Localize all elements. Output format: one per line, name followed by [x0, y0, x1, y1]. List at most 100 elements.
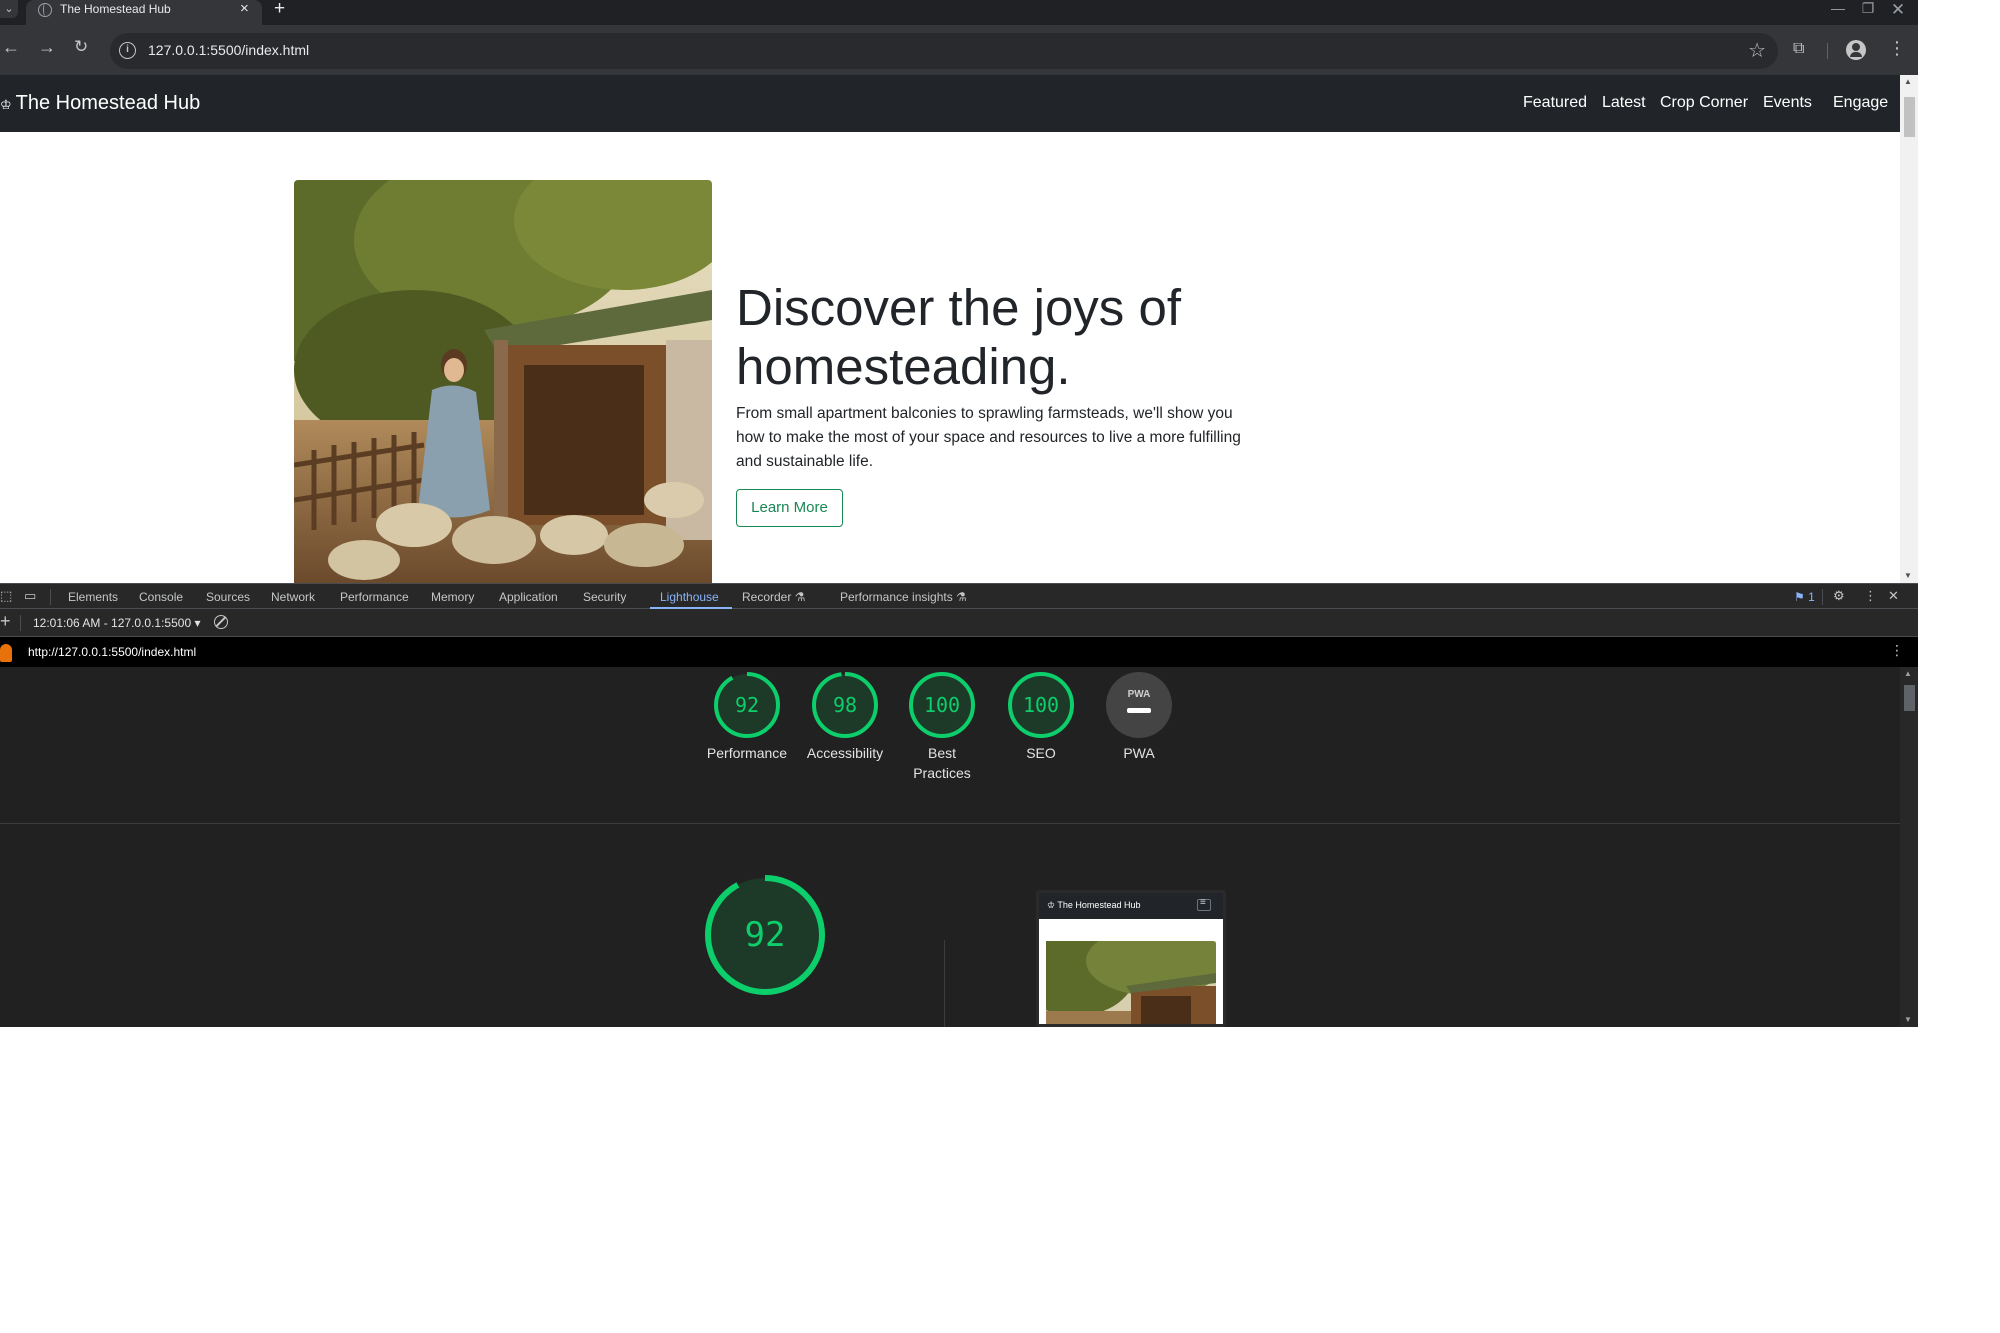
lighthouse-menu-icon[interactable]: ⋮	[1890, 642, 1904, 659]
browser-menu-icon[interactable]: ⋮	[1888, 38, 1906, 59]
lighthouse-scrollbar[interactable]: ▲ ▼	[1900, 667, 1918, 1027]
main-performance-gauge: 92	[703, 873, 827, 997]
browser-tab-homestead[interactable]: The Homestead Hub ×	[26, 0, 262, 25]
main-performance-score: 92	[745, 915, 786, 955]
gauge-seo[interactable]: 100 SEO	[991, 671, 1091, 763]
site-info-icon[interactable]: i	[119, 42, 136, 59]
site-brand-text: The Homestead Hub	[15, 92, 201, 114]
learn-more-button[interactable]: Learn More	[736, 489, 843, 527]
scroll-up-arrow-icon[interactable]: ▲	[1904, 669, 1912, 678]
close-window-icon[interactable]: ✕	[1878, 0, 1918, 20]
tab-recorder[interactable]: Recorder ⚗	[742, 590, 805, 604]
devtools-panel: ⬚ ▭ Elements Console Sources Network Per…	[0, 583, 1918, 1027]
page-viewport: ♔ The Homestead Hub Featured Latest Crop …	[0, 75, 1900, 583]
scroll-up-arrow-icon[interactable]: ▲	[1904, 77, 1912, 86]
nav-latest[interactable]: Latest	[1602, 94, 1646, 112]
gauge-accessibility[interactable]: 98 Accessibility	[795, 671, 895, 763]
gauge-best-practices[interactable]: 100 Best Practices	[892, 671, 992, 783]
back-arrow-icon[interactable]: ←	[2, 38, 20, 56]
toolbar-separator	[20, 615, 21, 631]
address-bar[interactable]: i 127.0.0.1:5500/index.html ☆	[110, 33, 1778, 69]
page-scroll-thumb[interactable]	[1904, 97, 1915, 137]
scroll-down-arrow-icon[interactable]: ▼	[1904, 1015, 1912, 1024]
tab-performance-insights-label: Performance insights	[840, 590, 953, 604]
report-selector[interactable]: 12:01:06 AM - 127.0.0.1:5500 ▾	[33, 616, 201, 630]
nav-engage[interactable]: Engage	[1833, 94, 1888, 112]
tab-application[interactable]: Application	[499, 590, 558, 604]
issues-badge[interactable]: ⚑ 1	[1794, 590, 1815, 604]
dropdown-arrow-icon: ▾	[194, 616, 201, 630]
tab-performance-insights[interactable]: Performance insights ⚗	[840, 590, 967, 604]
report-selector-text: 12:01:06 AM - 127.0.0.1:5500	[33, 616, 192, 630]
page-scrollbar[interactable]: ▲ ▼	[1900, 75, 1918, 583]
tab-console[interactable]: Console	[139, 590, 183, 604]
site-navbar: ♔ The Homestead Hub Featured Latest Crop …	[0, 75, 1900, 132]
tab-network[interactable]: Network	[271, 590, 315, 604]
pwa-dash-icon	[1127, 708, 1151, 713]
hero-title: Discover the joys of homesteading.	[736, 279, 1182, 395]
gauge-label-accessibility: Accessibility	[806, 745, 884, 761]
tab-security[interactable]: Security	[583, 590, 626, 604]
gauge-score-accessibility: 98	[833, 693, 857, 717]
toolbar-separator	[1827, 43, 1828, 59]
preview-hero-image	[1046, 941, 1216, 1024]
tab-performance[interactable]: Performance	[340, 590, 409, 604]
gauge-performance[interactable]: 92 Performance	[697, 671, 797, 763]
device-toolbar-icon[interactable]: ▭	[24, 588, 36, 604]
lighthouse-report-url[interactable]: http://127.0.0.1:5500/index.html	[28, 645, 196, 659]
gauge-score-performance: 92	[735, 693, 759, 717]
site-brand[interactable]: ♔ The Homestead Hub	[0, 92, 200, 115]
experiment-flask-icon: ⚗	[956, 590, 967, 604]
inspect-element-icon[interactable]: ⬚	[0, 588, 12, 604]
gauge-pwa[interactable]: PWA PWA	[1089, 671, 1189, 763]
gauge-score-seo: 100	[1023, 693, 1059, 717]
bookmark-star-icon[interactable]: ☆	[1748, 38, 1766, 63]
gauge-label-pwa: PWA	[1123, 745, 1155, 761]
close-devtools-icon[interactable]: ✕	[1888, 588, 1899, 604]
lighthouse-report: 92 Performance 98 Accessibility 100 Best…	[0, 667, 1900, 1027]
reload-icon[interactable]: ↻	[74, 38, 88, 56]
crown-logo-icon: ♔	[0, 97, 12, 112]
profile-avatar-icon[interactable]	[1846, 40, 1866, 60]
nav-events[interactable]: Events	[1763, 94, 1812, 112]
report-divider	[0, 823, 1900, 824]
tab-sources[interactable]: Sources	[206, 590, 250, 604]
tab-search-icon[interactable]: ⌄	[0, 0, 18, 18]
experiment-flask-icon: ⚗	[794, 590, 806, 604]
globe-icon	[38, 3, 52, 17]
scroll-down-arrow-icon[interactable]: ▼	[1904, 571, 1912, 580]
clear-reports-icon[interactable]	[214, 615, 228, 629]
lighthouse-logo-icon	[0, 644, 12, 662]
gauge-label-seo: SEO	[1026, 745, 1056, 761]
tab-elements[interactable]: Elements	[68, 590, 118, 604]
preview-brand-text: The Homestead Hub	[1057, 900, 1141, 910]
address-url[interactable]: 127.0.0.1:5500/index.html	[148, 42, 309, 58]
lighthouse-toolbar: + 12:01:06 AM - 127.0.0.1:5500 ▾	[0, 609, 1918, 637]
issues-count: 1	[1808, 590, 1815, 604]
gauge-label-best-practices: Best Practices	[913, 745, 971, 781]
pwa-badge-text: PWA	[1128, 689, 1151, 700]
tab-strip: ⌄ The Homestead Hub × + — ❐ ✕	[0, 0, 1918, 25]
issues-flag-icon: ⚑	[1794, 590, 1805, 604]
devtools-menu-icon[interactable]: ⋮	[1864, 588, 1877, 604]
nav-crop-corner[interactable]: Crop Corner	[1660, 94, 1748, 112]
hero-image-farm	[294, 180, 712, 583]
devtools-separator	[50, 589, 51, 605]
tab-memory[interactable]: Memory	[431, 590, 474, 604]
new-tab-button[interactable]: +	[274, 0, 285, 20]
nav-featured[interactable]: Featured	[1523, 94, 1587, 112]
devtools-tabbar: ⬚ ▭ Elements Console Sources Network Per…	[0, 583, 1918, 609]
lighthouse-scroll-thumb[interactable]	[1904, 685, 1915, 711]
settings-gear-icon[interactable]: ⚙	[1833, 588, 1845, 604]
extensions-puzzle-icon[interactable]: ⧉	[1793, 40, 1804, 58]
tab-lighthouse[interactable]: Lighthouse	[660, 590, 719, 604]
tab-recorder-label: Recorder	[742, 590, 792, 604]
screenshot-preview[interactable]: ♔ The Homestead Hub	[1036, 890, 1226, 1027]
forward-arrow-icon[interactable]: →	[38, 38, 56, 56]
new-report-icon[interactable]: +	[0, 611, 11, 632]
close-tab-icon[interactable]: ×	[240, 0, 249, 17]
gauge-label-performance: Performance	[706, 745, 788, 761]
gauge-score-best-practices: 100	[924, 693, 960, 717]
lighthouse-topbar: http://127.0.0.1:5500/index.html ⋮	[0, 637, 1918, 667]
preview-brand: ♔ The Homestead Hub	[1047, 900, 1140, 911]
